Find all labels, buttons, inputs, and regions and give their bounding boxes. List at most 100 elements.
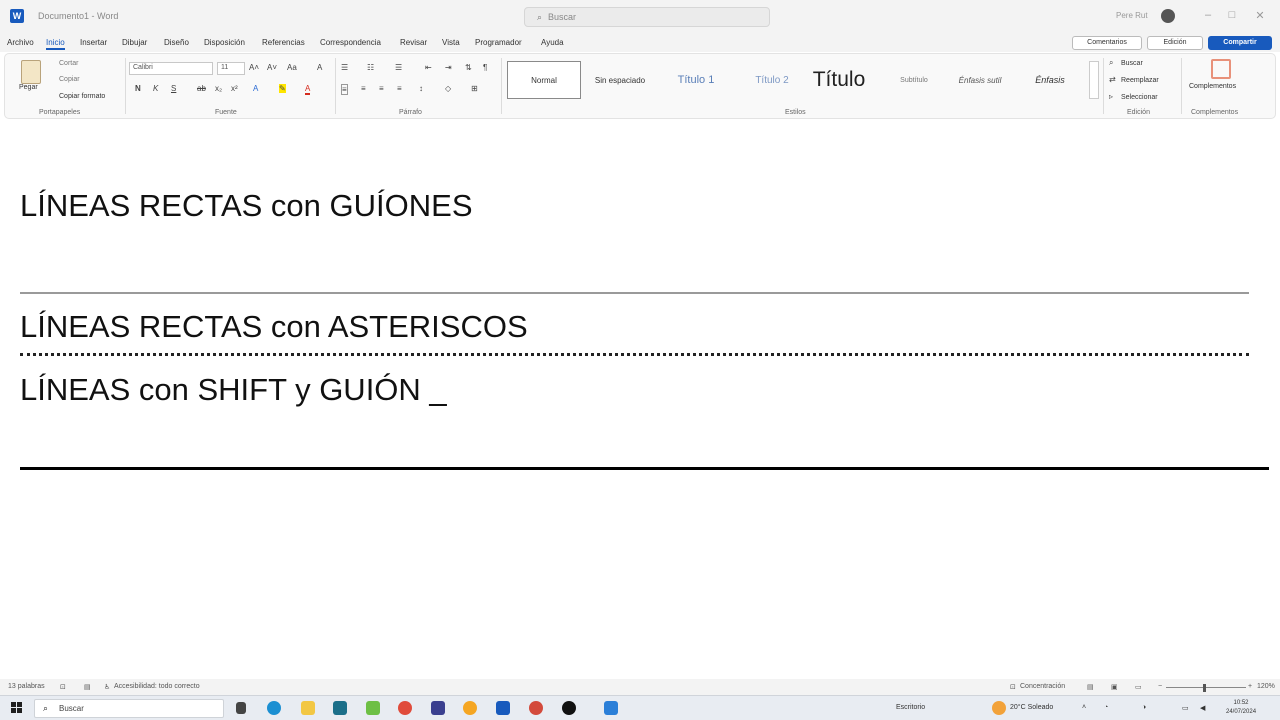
replace-button[interactable]: Reemplazar (1121, 77, 1159, 84)
accessibility-status[interactable]: Accesibilidad: todo correcto (114, 683, 200, 690)
multilevel-list-icon[interactable]: ☰ (395, 63, 402, 72)
proofing-icon[interactable]: ⊡ (60, 683, 66, 691)
editing-mode-button[interactable]: Edición (1147, 36, 1203, 50)
zoom-out-icon[interactable]: − (1158, 683, 1162, 690)
style-heading-1[interactable]: Título 1 (659, 61, 733, 99)
macro-icon[interactable]: ▤ (84, 683, 91, 691)
system-clock[interactable]: 10:52 24/07/2024 (1226, 699, 1256, 717)
align-right-icon[interactable]: ≡ (379, 84, 384, 93)
comments-button[interactable]: Comentarios (1072, 36, 1142, 50)
chevron-up-icon[interactable]: ˄ (1082, 704, 1086, 711)
zoom-slider-thumb[interactable] (1203, 684, 1206, 692)
style-normal[interactable]: Normal (507, 61, 581, 99)
increase-indent-icon[interactable]: ⇥ (445, 63, 452, 72)
tab-disposicion[interactable]: Disposición (204, 38, 245, 47)
pilcrow-icon[interactable]: ¶ (483, 63, 487, 72)
style-title[interactable]: Título (801, 61, 877, 99)
share-button[interactable]: Compartir (1208, 36, 1272, 50)
maximize-button[interactable]: □ (1222, 9, 1242, 21)
shrink-font-icon[interactable]: A˅ (267, 63, 277, 72)
document-line-dashes[interactable]: LÍNEAS RECTAS con GUÍONES (20, 188, 473, 224)
bullets-icon[interactable]: ☰ (341, 63, 348, 72)
font-name-box[interactable]: Calibri (129, 62, 213, 75)
taskbar-search[interactable]: ⌕ Buscar (34, 699, 224, 718)
chrome-browser-icon[interactable] (398, 701, 412, 715)
style-heading-2[interactable]: Título 2 (735, 61, 809, 99)
zoom-in-icon[interactable]: + (1248, 683, 1252, 690)
addins-button[interactable]: Complementos (1189, 83, 1236, 90)
notepad-plus-icon[interactable] (366, 701, 380, 715)
highlight-icon[interactable]: ✎ (279, 84, 286, 93)
addins-icon[interactable] (1211, 59, 1231, 79)
volume-icon[interactable]: ◑ (1142, 704, 1146, 711)
clear-format-icon[interactable]: A (317, 63, 322, 72)
paste-button-label[interactable]: Pegar (19, 84, 38, 91)
tab-vista[interactable]: Vista (442, 38, 460, 47)
paste-icon[interactable] (21, 60, 41, 84)
user-name[interactable]: Pere Rut (1116, 11, 1148, 20)
style-no-spacing[interactable]: Sin espaciado (583, 61, 657, 99)
decrease-indent-icon[interactable]: ⇤ (425, 63, 432, 72)
read-mode-icon[interactable]: ▤ (1087, 683, 1094, 691)
bold-icon[interactable]: N (135, 84, 141, 93)
document-page[interactable]: LÍNEAS RECTAS con GUÍONES LÍNEAS RECTAS … (0, 120, 1280, 678)
desktop-label[interactable]: Escritorio (896, 704, 925, 711)
copy-button[interactable]: Copiar (59, 76, 80, 83)
store-icon[interactable] (333, 701, 347, 715)
align-left-icon[interactable]: ≡ (341, 84, 348, 95)
app-icon[interactable] (431, 701, 445, 715)
document-line-underscore[interactable]: LÍNEAS con SHIFT y GUIÓN _ (20, 372, 447, 408)
grow-font-icon[interactable]: A˄ (249, 63, 259, 72)
avatar[interactable] (1161, 9, 1175, 23)
windows-start-icon[interactable] (11, 702, 23, 714)
strikethrough-icon[interactable]: ab (197, 84, 206, 93)
print-layout-icon[interactable]: ▣ (1111, 683, 1118, 691)
font-size-box[interactable]: 11 (217, 62, 245, 75)
minimize-button[interactable]: – (1198, 9, 1218, 21)
styles-more-button[interactable] (1089, 61, 1099, 99)
network-icon[interactable]: ◔ (1104, 704, 1108, 711)
tab-programador[interactable]: Programador (475, 38, 522, 47)
chrome-alt-icon[interactable] (529, 701, 543, 715)
tab-archivo[interactable]: Archivo (7, 38, 34, 47)
focus-mode-button[interactable]: Concentración (1020, 683, 1065, 690)
zoom-level[interactable]: 120% (1257, 683, 1275, 690)
tab-ayuda[interactable]: Ayuda (541, 38, 564, 47)
numbering-icon[interactable]: ☷ (367, 63, 374, 72)
tab-dibujar[interactable]: Dibujar (122, 38, 147, 47)
file-explorer-icon[interactable] (301, 701, 315, 715)
text-effects-icon[interactable]: A (253, 84, 258, 93)
firefox-icon[interactable] (463, 701, 477, 715)
subscript-icon[interactable]: x₂ (215, 84, 222, 93)
word-app-icon[interactable]: W (10, 9, 24, 23)
title-search-box[interactable]: ⌕ Buscar (524, 7, 770, 27)
find-button[interactable]: Buscar (1121, 60, 1143, 67)
tab-referencias[interactable]: Referencias (262, 38, 305, 47)
document-line-asterisks[interactable]: LÍNEAS RECTAS con ASTERISCOS (20, 309, 528, 345)
tab-insertar[interactable]: Insertar (80, 38, 107, 47)
change-case-icon[interactable]: Aa (287, 63, 297, 72)
italic-icon[interactable]: K (153, 84, 158, 93)
shading-icon[interactable]: ◇ (445, 84, 451, 93)
tab-revisar[interactable]: Revisar (400, 38, 427, 47)
sort-icon[interactable]: ⇅ (465, 63, 472, 72)
word-count[interactable]: 13 palabras (8, 683, 45, 690)
align-center-icon[interactable]: ≡ (361, 84, 366, 93)
word-taskbar-icon[interactable] (496, 701, 510, 715)
tab-inicio[interactable]: Inicio (46, 38, 65, 50)
edge-browser-icon[interactable] (267, 701, 281, 715)
style-subtitle[interactable]: Subtítulo (877, 61, 951, 99)
battery-icon[interactable]: ▭ (1182, 704, 1189, 712)
snipping-tool-icon[interactable] (604, 701, 618, 715)
select-button[interactable]: Seleccionar (1121, 94, 1158, 101)
speaker-icon[interactable]: ◀ (1200, 704, 1205, 712)
weather-icon[interactable] (992, 701, 1006, 715)
weather-text[interactable]: 20°C Soleado (1010, 704, 1053, 711)
zoom-slider[interactable] (1166, 687, 1246, 688)
web-layout-icon[interactable]: ▭ (1135, 683, 1142, 691)
style-subtle-emphasis[interactable]: Énfasis sutil (943, 61, 1017, 99)
format-painter-button[interactable]: Copiar formato (59, 93, 105, 100)
task-view-icon[interactable] (236, 702, 246, 714)
style-emphasis[interactable]: Énfasis (1015, 61, 1085, 99)
tab-diseno[interactable]: Diseño (164, 38, 189, 47)
